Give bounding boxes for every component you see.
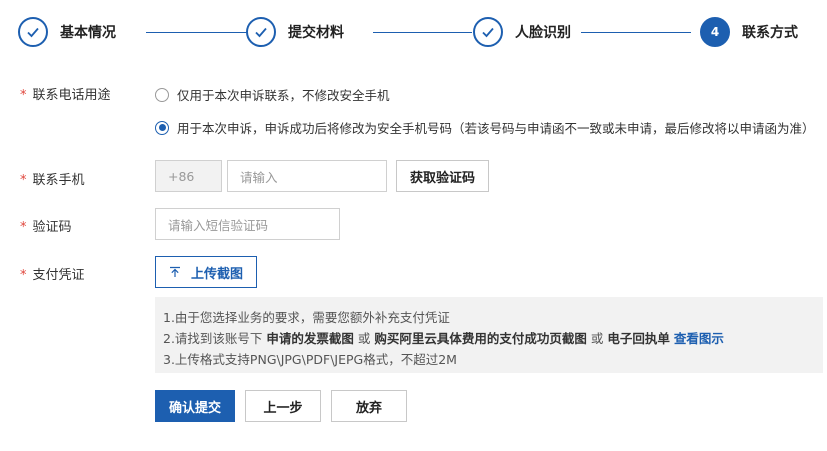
proof-label: * 支付凭证 [20, 264, 85, 283]
notice-payment-screenshot: 购买阿里云具体费用的支付成功页截图 [374, 331, 587, 346]
notice-line-3: 3.上传格式支持PNG\JPG\PDF\JEPG格式，不超过2M [163, 352, 457, 367]
step-number: 4 [700, 17, 730, 47]
upload-icon [169, 266, 180, 277]
step-submit-materials: 提交材料 [246, 16, 344, 48]
required-mark: * [20, 173, 27, 188]
step-label: 提交材料 [288, 25, 344, 41]
radio-button-checked[interactable] [155, 120, 169, 135]
code-input[interactable]: 请输入短信验证码 [155, 208, 340, 240]
proof-label-text: 支付凭证 [32, 268, 85, 283]
upload-label: 上传截图 [190, 266, 243, 282]
abandon-button[interactable]: 放弃 [331, 390, 407, 422]
check-icon [18, 17, 48, 47]
step-connector [146, 32, 253, 33]
step-contact-info: 4 联系方式 [700, 16, 798, 48]
notice-text: 或 [586, 331, 608, 346]
code-label-text: 验证码 [32, 220, 72, 235]
step-basic-info: 基本情况 [18, 16, 116, 48]
radio-label: 仅用于本次申诉联系，不修改安全手机 [177, 88, 390, 103]
required-mark: * [20, 220, 27, 235]
step-connector [373, 32, 472, 33]
phone-prefix: +86 [155, 160, 222, 192]
usage-option-update-phone[interactable]: 用于本次申诉，申诉成功后将修改为安全手机号码（若该号码与申请函不一致或未申请，最… [155, 118, 815, 137]
usage-option-contact-only[interactable]: 仅用于本次申诉联系，不修改安全手机 [155, 85, 390, 104]
phone-label-text: 联系手机 [32, 173, 85, 188]
upload-notice: 1.由于您选择业务的要求，需要您额外补充支付凭证 2.请找到该账号下 申请的发票… [155, 297, 823, 373]
required-mark: * [20, 268, 27, 283]
upload-button[interactable]: 上传截图 [155, 256, 257, 288]
notice-invoice-screenshot: 申请的发票截图 [266, 331, 354, 346]
check-icon [246, 17, 276, 47]
notice-line-1: 1.由于您选择业务的要求，需要您额外补充支付凭证 [163, 310, 450, 325]
step-connector [581, 32, 691, 33]
step-face-recognition: 人脸识别 [473, 16, 571, 48]
notice-text: 或 [353, 331, 375, 346]
get-code-button[interactable]: 获取验证码 [396, 160, 489, 192]
step-label: 基本情况 [60, 25, 116, 41]
step-label: 联系方式 [742, 25, 798, 41]
step-label: 人脸识别 [515, 25, 571, 41]
required-mark: * [20, 88, 27, 103]
usage-label-text: 联系电话用途 [32, 88, 111, 103]
notice-e-receipt: 电子回执单 [607, 331, 670, 346]
notice-line-2: 2.请找到该账号下 申请的发票截图 或 购买阿里云具体费用的支付成功页截图 或 … [163, 328, 815, 349]
submit-button[interactable]: 确认提交 [155, 390, 235, 422]
phone-input[interactable]: 请输入 [227, 160, 387, 192]
radio-label: 用于本次申诉，申诉成功后将修改为安全手机号码（若该号码与申请函不一致或未申请，最… [177, 121, 815, 136]
progress-steps: 基本情况 提交材料 人脸识别 4 联系方式 [18, 16, 818, 48]
check-icon [473, 17, 503, 47]
code-label: * 验证码 [20, 216, 72, 235]
usage-label: * 联系电话用途 [20, 84, 111, 103]
phone-label: * 联系手机 [20, 169, 85, 188]
radio-button[interactable] [155, 87, 169, 102]
notice-text: 2.请找到该账号下 [163, 331, 267, 346]
prev-step-button[interactable]: 上一步 [245, 390, 321, 422]
view-example-link[interactable]: 查看图示 [674, 331, 724, 346]
